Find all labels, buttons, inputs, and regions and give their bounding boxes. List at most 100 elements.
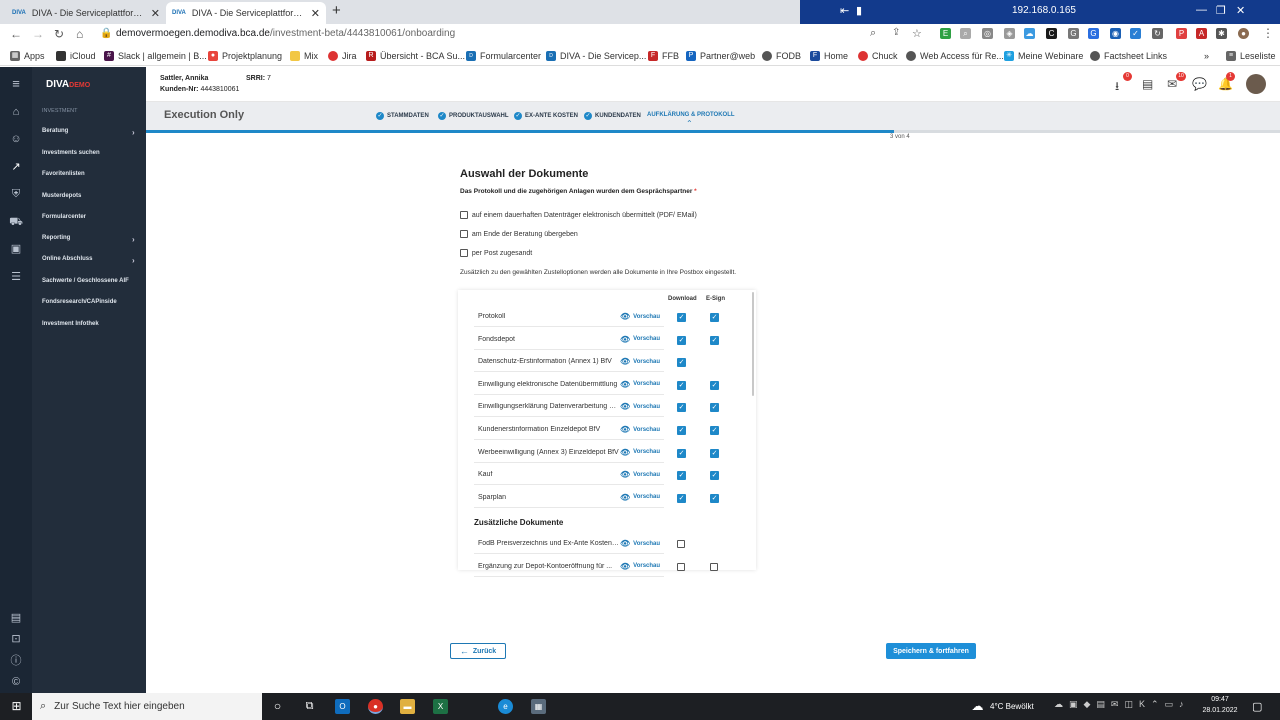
restore-icon[interactable]: ❐ <box>1216 4 1226 17</box>
reload-icon[interactable]: ↻ <box>54 27 64 41</box>
checkbox[interactable] <box>460 230 468 238</box>
minimize-icon[interactable]: — <box>1196 4 1207 16</box>
car-icon[interactable]: ⛟ <box>9 215 23 229</box>
users-icon[interactable]: ☺ <box>9 132 23 146</box>
esign-checkbox[interactable]: ✓ <box>710 448 719 458</box>
nav-item-online-abschluss[interactable]: Online Abschluss › <box>42 256 135 265</box>
nav-item-formularcenter[interactable]: Formularcenter <box>42 214 86 220</box>
chat-icon[interactable]: 💬 <box>1192 77 1207 91</box>
chrome-icon[interactable]: ● <box>368 699 383 714</box>
esign-checkbox[interactable] <box>710 562 718 571</box>
bookmark-webinare[interactable]: ✳ Meine Webinare <box>1004 51 1083 61</box>
download-checkbox[interactable]: ✓ <box>677 448 686 458</box>
download-checkbox[interactable]: ✓ <box>677 403 686 413</box>
share-icon[interactable]: ⇪ <box>892 27 900 38</box>
extension-translate-icon[interactable]: G <box>1088 28 1099 39</box>
back-icon[interactable]: ← <box>10 27 22 41</box>
preview-link[interactable]: 👁 Vorschau <box>620 425 660 434</box>
preview-link[interactable]: 👁 Vorschau <box>620 448 660 457</box>
bookmark-projektplanung[interactable]: ● Projektplanung <box>208 51 282 61</box>
download-checkbox[interactable]: ✓ <box>677 313 686 322</box>
nav-item-investment-infothek[interactable]: Investment Infothek <box>42 321 99 327</box>
step-aufklaerung-protokoll[interactable]: AUFKLÄRUNG & PROTOKOLL <box>647 112 735 118</box>
briefcase-icon[interactable]: ▣ <box>9 242 23 256</box>
scrollbar-thumb[interactable] <box>752 292 754 396</box>
step-kundendaten[interactable]: ✓ KUNDENDATEN <box>584 112 641 120</box>
delivery-option-electronic[interactable]: auf einem dauerhaften Datenträger elektr… <box>460 211 697 219</box>
menu-dots-icon[interactable]: ⋮ <box>1262 26 1274 40</box>
bookmark-jira[interactable]: Jira <box>328 51 357 61</box>
forward-icon[interactable]: → <box>32 27 44 41</box>
home-icon[interactable]: ⌂ <box>9 105 23 119</box>
windows-start-icon[interactable]: ⊞ <box>9 699 24 714</box>
profile-avatar-icon[interactable]: ● <box>1238 28 1249 39</box>
esign-checkbox[interactable]: ✓ <box>710 335 719 345</box>
cortana-icon[interactable]: ○ <box>270 699 285 714</box>
home-icon[interactable]: ⌂ <box>76 27 83 41</box>
notifications-icon[interactable]: ▢ <box>1252 700 1262 713</box>
nav-item-investments-suchen[interactable]: Investments suchen <box>42 150 100 156</box>
esign-checkbox[interactable]: ✓ <box>710 493 719 503</box>
download-icon[interactable]: ⭳ 0 <box>1115 72 1132 98</box>
download-checkbox[interactable]: ✓ <box>677 426 686 435</box>
task-view-icon[interactable]: ⧉ <box>302 699 317 714</box>
back-button[interactable]: ← Zurück <box>450 643 506 659</box>
extensions-puzzle-icon[interactable]: ✱ <box>1216 28 1227 39</box>
esign-checkbox[interactable]: ✓ <box>710 471 719 481</box>
esign-checkbox[interactable]: ✓ <box>710 426 719 435</box>
download-checkbox[interactable]: ✓ <box>677 471 686 481</box>
bookmark-formularcenter[interactable]: D Formularcenter <box>466 51 541 61</box>
delivery-option-handover[interactable]: am Ende der Beratung übergeben <box>460 230 578 238</box>
extension-acrobat-icon[interactable]: A <box>1196 28 1207 39</box>
preview-link[interactable]: 👁 Vorschau <box>620 539 660 548</box>
checkbox[interactable] <box>460 211 468 219</box>
download-checkbox[interactable] <box>677 562 685 571</box>
nav-item-sachwerte[interactable]: Sachwerte / Geschlossene AIF <box>42 278 129 284</box>
extension-cloud-icon[interactable]: ☁ <box>1024 28 1035 39</box>
step-ex-ante-kosten[interactable]: ✓ EX-ANTE KOSTEN <box>514 112 578 120</box>
download-checkbox[interactable] <box>677 540 685 548</box>
nav-item-musterdepots[interactable]: Musterdepots <box>42 193 81 199</box>
download-checkbox[interactable]: ✓ <box>677 493 686 503</box>
download-checkbox[interactable]: ✓ <box>677 380 686 390</box>
bookmark-icloud[interactable]: iCloud <box>56 51 96 61</box>
step-produktauswahl[interactable]: ✓ PRODUKTAUSWAHL <box>438 112 509 120</box>
extension-refresh-icon[interactable]: ↻ <box>1152 28 1163 39</box>
bookmark-partnerweb[interactable]: P Partner@web <box>686 51 755 61</box>
extension-globe-icon[interactable]: ◉ <box>1110 28 1121 39</box>
browser-tab[interactable]: DIVA DIVA - Die Serviceplattform für V ✕ <box>6 2 166 24</box>
esign-checkbox[interactable]: ✓ <box>710 380 719 390</box>
close-icon[interactable]: ✕ <box>1236 4 1245 17</box>
bookmark-ffb[interactable]: F FFB <box>648 51 679 61</box>
esign-checkbox[interactable]: ✓ <box>710 403 719 413</box>
extension-c-icon[interactable]: C <box>1046 28 1057 39</box>
copyright-icon[interactable]: © <box>9 675 23 689</box>
extension-search-icon[interactable]: ⌕ <box>960 28 971 39</box>
calculator-icon[interactable]: ▦ <box>531 699 546 714</box>
hamburger-menu-icon[interactable]: ≡ <box>9 77 23 91</box>
bell-icon[interactable]: 🔔 1 <box>1218 72 1235 91</box>
bookmark-factsheet[interactable]: Factsheet Links <box>1090 51 1167 61</box>
checkbox[interactable] <box>460 249 468 257</box>
nav-item-fondsresearch[interactable]: Fondsresearch/CAPinside <box>42 299 117 305</box>
edge-icon[interactable]: e <box>498 699 513 714</box>
preview-link[interactable]: 👁 Vorschau <box>620 357 660 366</box>
excel-icon[interactable]: X <box>433 699 448 714</box>
list-icon[interactable]: ☰ <box>9 270 23 284</box>
file-explorer-icon[interactable]: ▬ <box>400 699 415 714</box>
extension-evernote-icon[interactable]: E <box>940 28 951 39</box>
close-icon[interactable]: ✕ <box>311 7 320 20</box>
bookmarks-more[interactable]: » <box>1204 51 1209 61</box>
nav-item-favoritenlisten[interactable]: Favoritenlisten <box>42 171 85 177</box>
download-checkbox[interactable]: ✓ <box>677 335 686 345</box>
user-avatar[interactable] <box>1246 74 1266 94</box>
tray-icons[interactable]: ☁▣◆▤✉◫K⌃▭♪ <box>1054 699 1190 710</box>
new-tab-icon[interactable]: + <box>332 2 341 19</box>
outlook-icon[interactable]: O <box>335 699 350 714</box>
document-icon[interactable]: ▤ <box>9 611 23 625</box>
nav-item-beratung[interactable]: Beratung › <box>42 128 135 137</box>
info-icon[interactable]: ⓘ <box>9 654 23 668</box>
nav-item-reporting[interactable]: Reporting › <box>42 235 135 244</box>
chart-icon[interactable]: ↗ <box>9 160 23 174</box>
taskbar-search-input[interactable]: ⌕ Zur Suche Text hier eingeben <box>32 693 262 720</box>
